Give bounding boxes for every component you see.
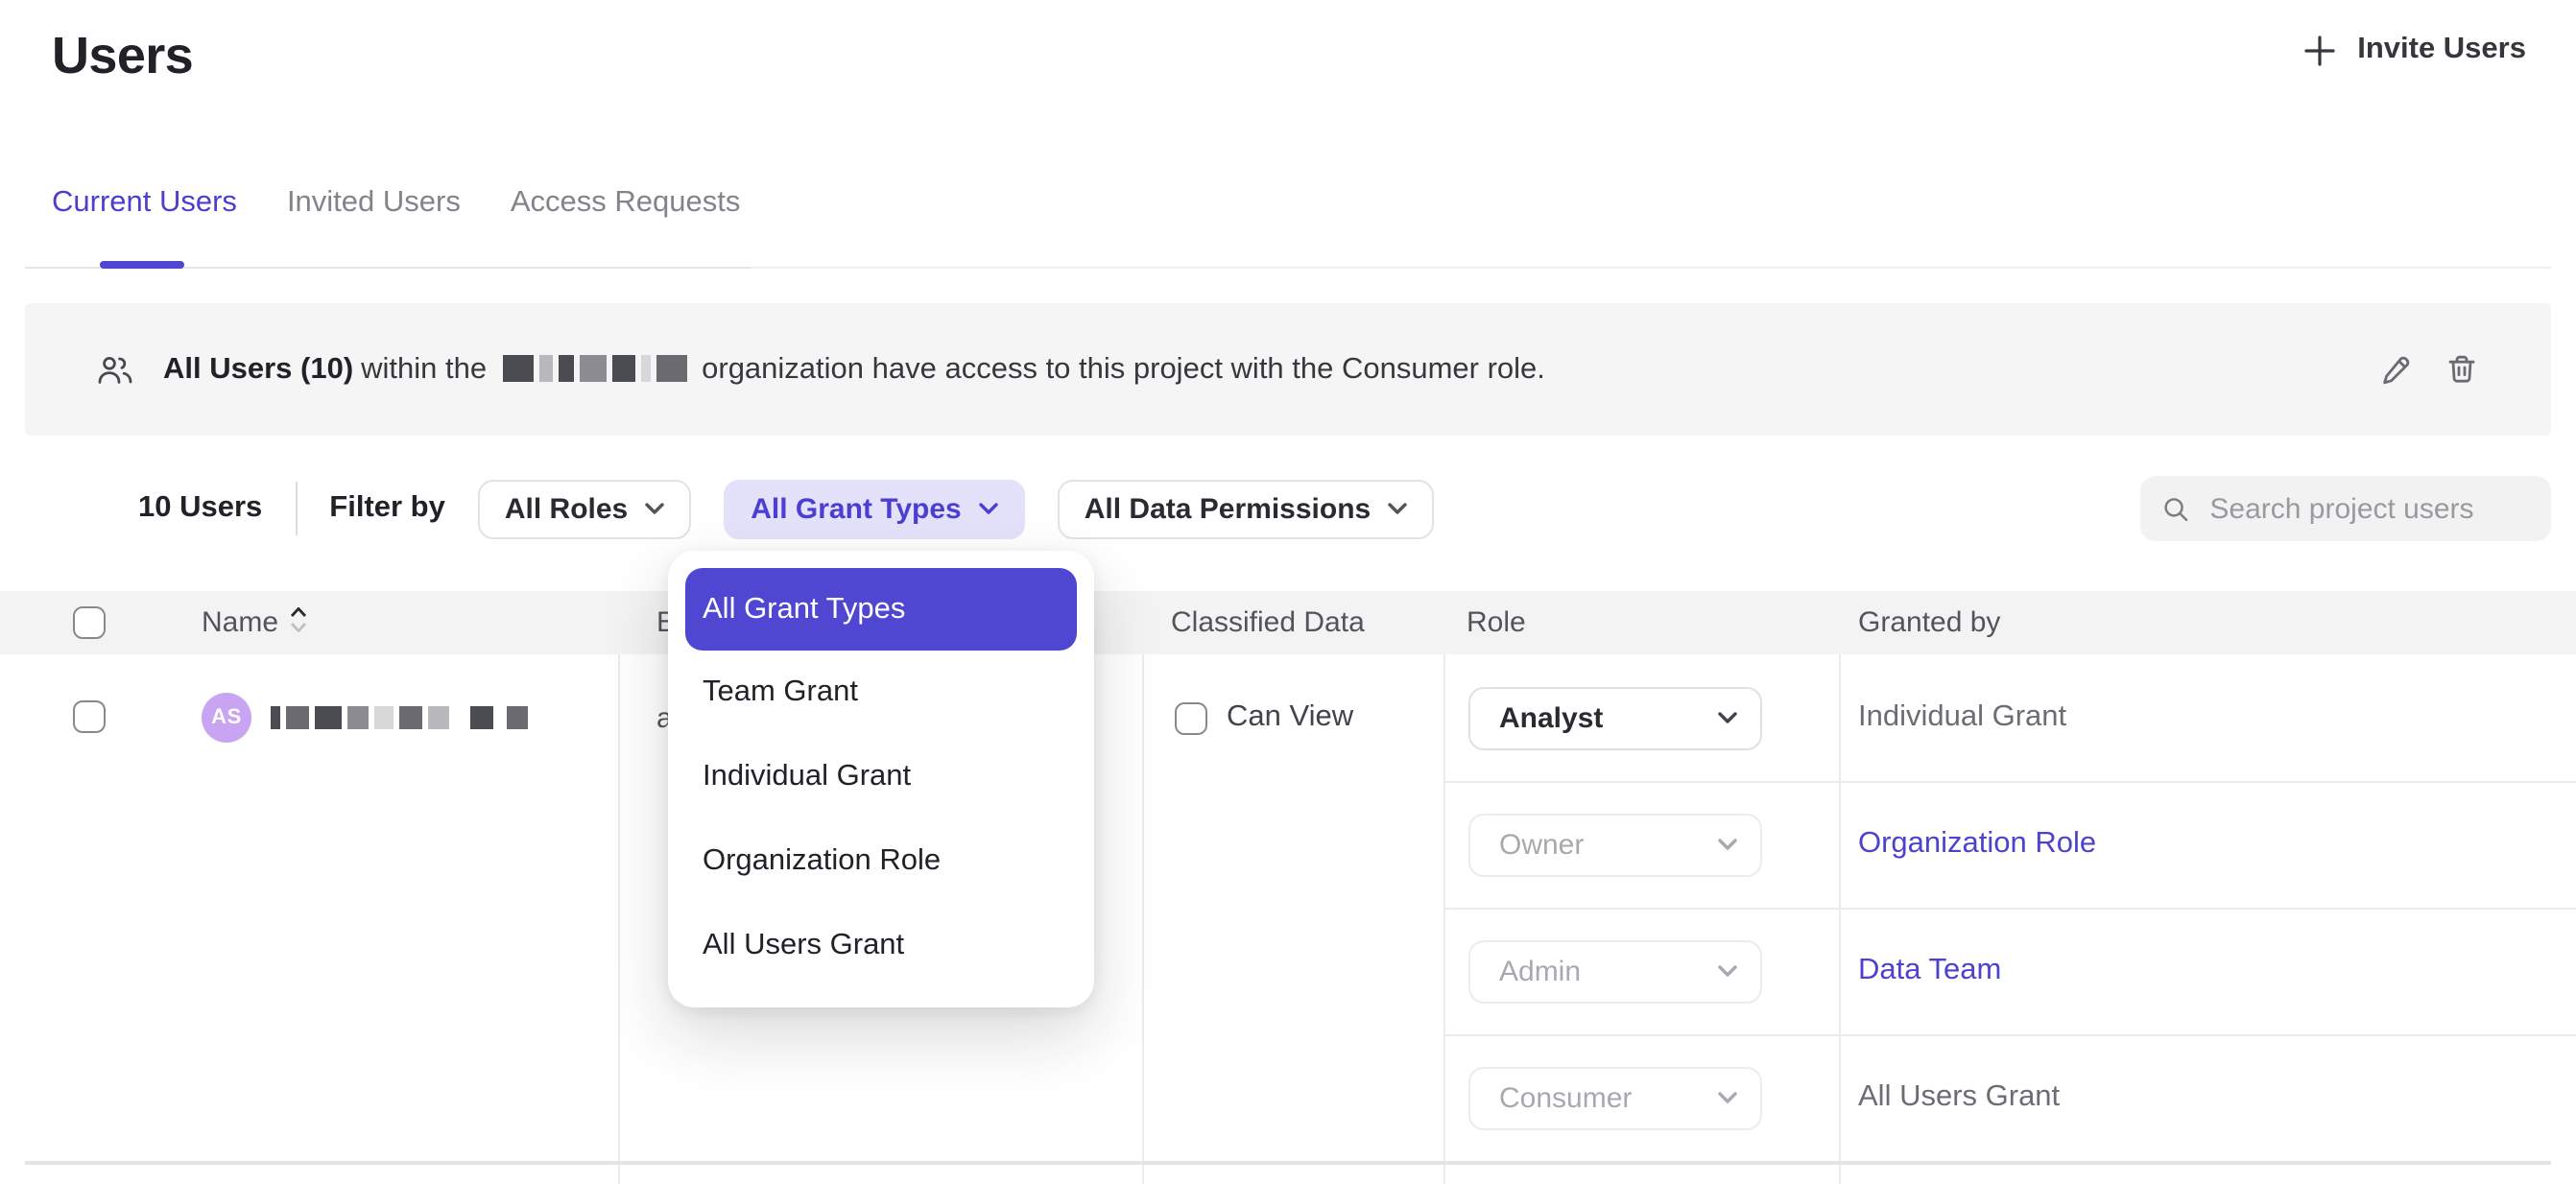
chevron-down-icon: [1718, 1092, 1737, 1103]
grant-subrow: Consumer All Users Grant: [0, 1034, 2576, 1161]
edit-button[interactable]: [2380, 353, 2413, 386]
grant-subrow: Admin Data Team: [0, 908, 2576, 1034]
dropdown-item-all-users-grant[interactable]: All Users Grant: [685, 904, 1077, 988]
role-select-value: Analyst: [1499, 701, 1603, 734]
filter-all-grant-types-label: All Grant Types: [751, 492, 962, 525]
chevron-down-icon: [1718, 965, 1737, 977]
dropdown-item-individual-grant[interactable]: Individual Grant: [685, 735, 1077, 819]
filter-divider: [295, 482, 297, 535]
granted-by-all-users-grant: All Users Grant: [1858, 1034, 2060, 1161]
chevron-down-icon: [1718, 712, 1737, 723]
invite-users-label: Invite Users: [2357, 33, 2526, 67]
trash-icon: [2445, 353, 2478, 386]
filter-all-roles[interactable]: All Roles: [478, 479, 691, 538]
dropdown-item-organization-role[interactable]: Organization Role: [685, 819, 1077, 904]
tab-current-users[interactable]: Current Users: [52, 186, 237, 221]
select-all-checkbox[interactable]: [73, 606, 106, 639]
chevron-down-icon: [645, 503, 664, 514]
role-select-owner: Owner: [1468, 813, 1762, 876]
column-classified-data: Classified Data: [1171, 591, 1365, 654]
granted-by-organization-role[interactable]: Organization Role: [1858, 781, 2096, 908]
search-icon: [2163, 494, 2188, 523]
tab-invited-users[interactable]: Invited Users: [287, 186, 461, 221]
all-users-access-banner: All Users (10)within the organization hav…: [25, 303, 2551, 436]
sort-icon[interactable]: [290, 593, 307, 656]
banner-suffix-text: organization have access to this project…: [702, 352, 1545, 385]
filter-all-roles-label: All Roles: [505, 492, 628, 525]
search-input[interactable]: [2206, 490, 2528, 527]
table-header: Name Email Classified Data Role Granted …: [0, 591, 2576, 654]
grant-subrow: Owner Organization Role: [0, 781, 2576, 908]
users-icon: [96, 354, 134, 385]
banner-text: All Users (10)within the organization hav…: [163, 352, 1545, 387]
chevron-down-icon: [1388, 503, 1407, 514]
column-granted-by: Granted by: [1858, 591, 2000, 654]
filter-all-data-permissions-label: All Data Permissions: [1085, 492, 1371, 525]
role-select-analyst[interactable]: Analyst: [1468, 686, 1762, 749]
banner-actions: [2380, 353, 2478, 386]
users-page: Users Invite Users Current Users Invited…: [0, 0, 2576, 1184]
plus-icon: [2303, 34, 2336, 66]
invite-users-button[interactable]: Invite Users: [2303, 33, 2526, 67]
chevron-down-icon: [1718, 839, 1737, 850]
role-select-consumer: Consumer: [1468, 1066, 1762, 1129]
column-role: Role: [1467, 591, 1526, 654]
users-count: 10 Users: [138, 491, 262, 526]
role-select-value: Admin: [1499, 955, 1581, 987]
banner-prefix-text: within the: [361, 352, 487, 385]
search-box: [2140, 476, 2551, 541]
role-select-value: Owner: [1499, 828, 1584, 861]
banner-bold-text: All Users (10): [163, 352, 353, 385]
filter-all-data-permissions[interactable]: All Data Permissions: [1058, 479, 1434, 538]
tab-bar: Current Users Invited Users Access Reque…: [52, 186, 740, 221]
row-divider: [25, 1161, 2551, 1165]
dropdown-item-all-grant-types[interactable]: All Grant Types: [685, 568, 1077, 651]
column-name[interactable]: Name: [202, 591, 307, 654]
redacted-org-name: [502, 354, 686, 381]
grant-subrow: Analyst Individual Grant: [0, 654, 2576, 781]
granted-by-individual-grant: Individual Grant: [1858, 654, 2066, 781]
chevron-down-icon: [979, 503, 998, 514]
page-title: Users: [52, 27, 193, 86]
active-tab-indicator: [100, 261, 184, 269]
delete-button[interactable]: [2445, 353, 2478, 386]
column-name-label: Name: [202, 606, 278, 639]
granted-by-data-team[interactable]: Data Team: [1858, 908, 2001, 1034]
grant-type-dropdown: All Grant Types Team Grant Individual Gr…: [668, 551, 1094, 1007]
tab-access-requests[interactable]: Access Requests: [511, 186, 741, 221]
filter-bar: 10 Users Filter by All Roles All Grant T…: [138, 476, 1434, 541]
role-select-admin: Admin: [1468, 939, 1762, 1003]
dropdown-item-team-grant[interactable]: Team Grant: [685, 651, 1077, 735]
filter-by-label: Filter by: [329, 491, 445, 526]
filter-all-grant-types[interactable]: All Grant Types: [724, 479, 1025, 538]
pencil-icon: [2380, 353, 2413, 386]
role-select-value: Consumer: [1499, 1081, 1632, 1114]
